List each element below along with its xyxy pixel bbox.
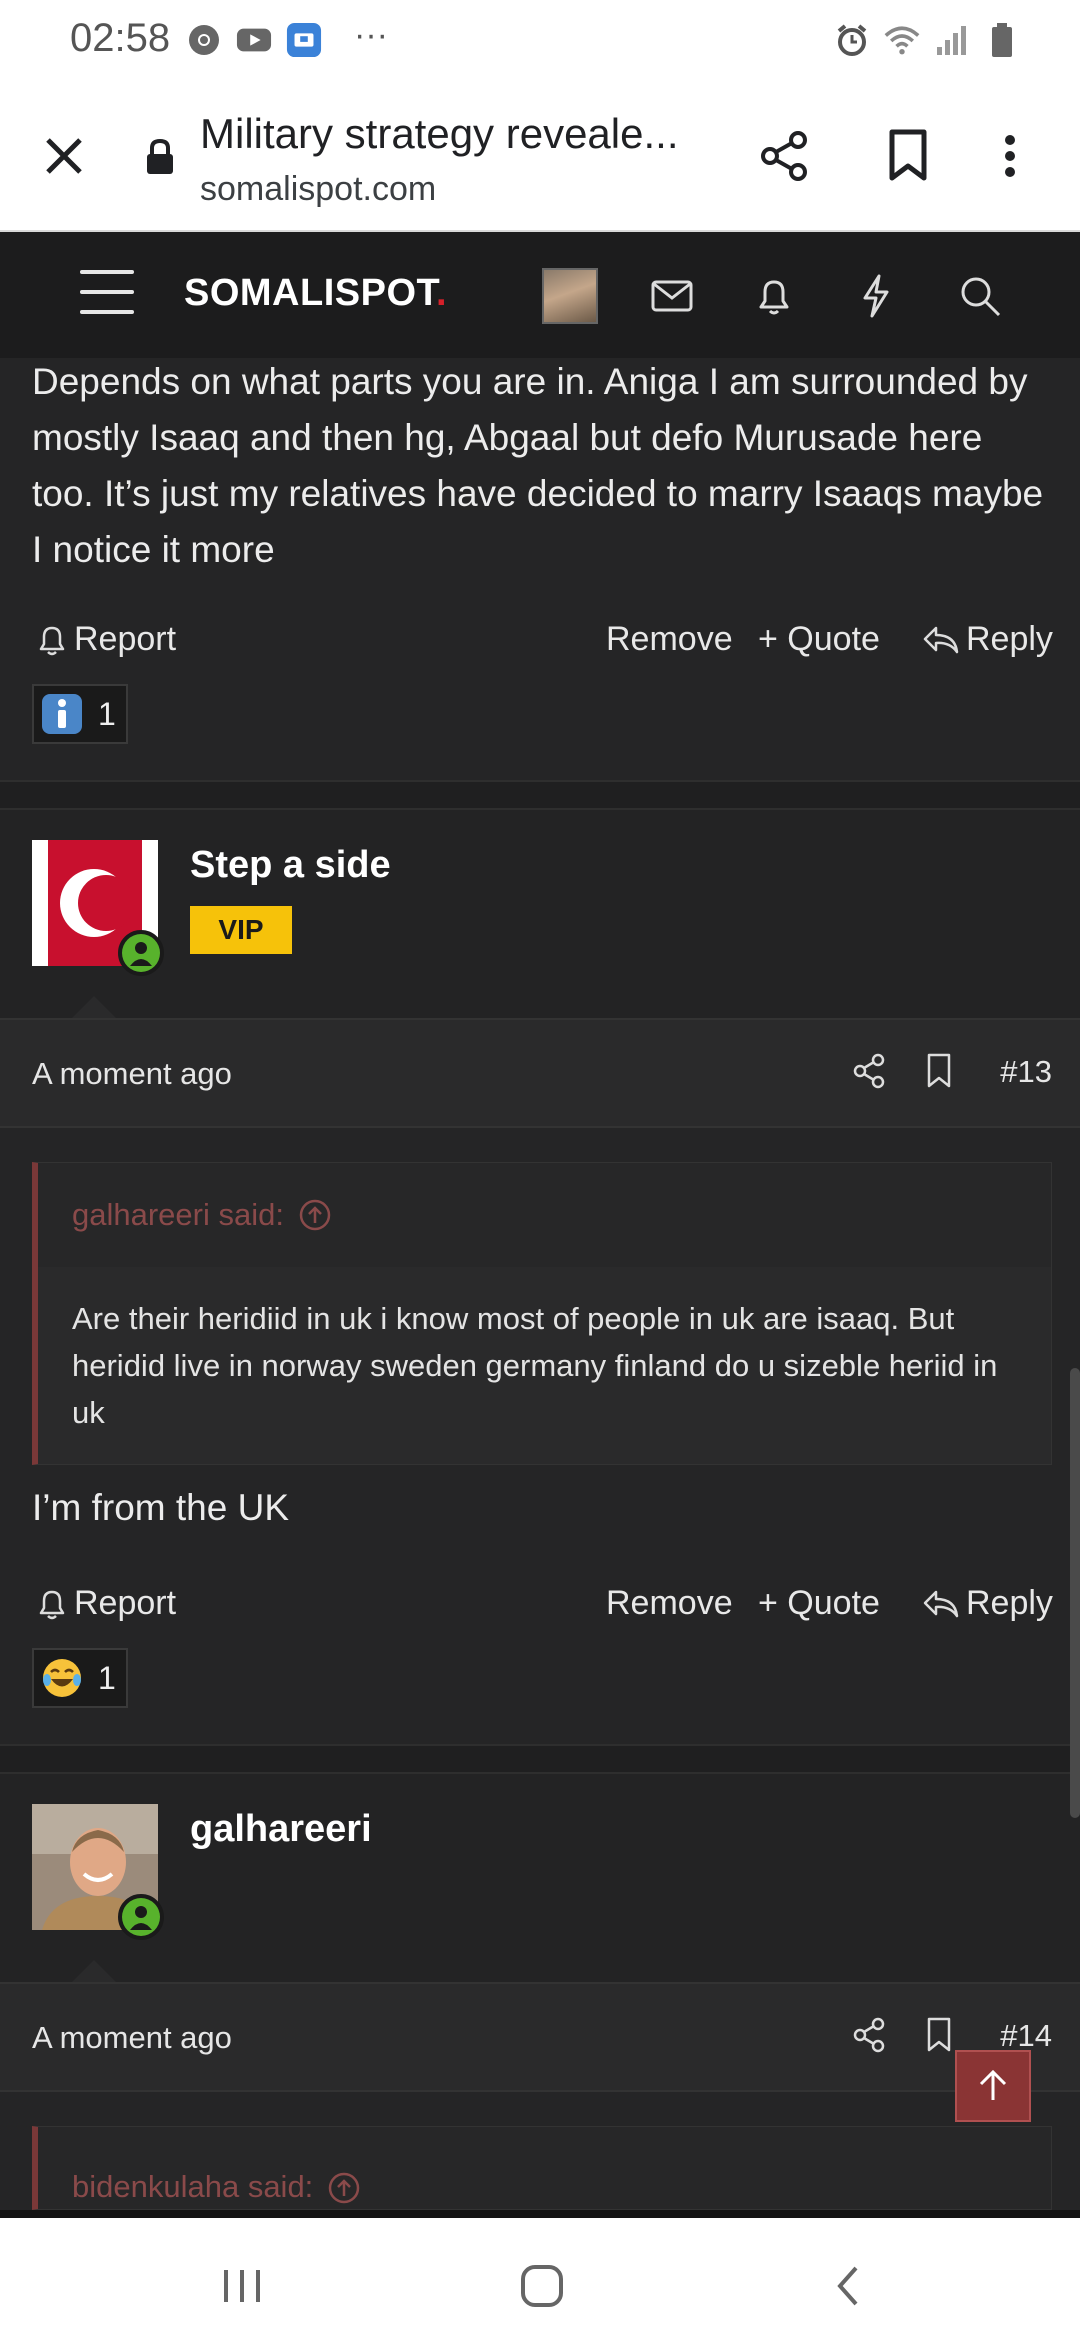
recent-apps-button[interactable] <box>212 2256 272 2316</box>
quote-label: + Quote <box>758 1584 880 1622</box>
reply-label: Reply <box>966 620 1053 658</box>
arrow-up-icon <box>979 2069 1007 2100</box>
close-tab-button[interactable] <box>36 128 92 184</box>
quote-button[interactable]: + Quote <box>758 620 880 659</box>
reaction-summary[interactable]: 1 <box>32 1648 128 1708</box>
remove-button[interactable]: Remove <box>606 620 733 659</box>
user-notch <box>72 996 116 1018</box>
share-button[interactable] <box>756 128 812 189</box>
share-post-icon[interactable] <box>852 1052 886 1095</box>
report-button[interactable]: Report <box>36 620 176 659</box>
post-number[interactable]: #14 <box>1000 2018 1052 2054</box>
alarm-icon <box>834 22 870 58</box>
report-label: Report <box>74 620 177 658</box>
menu-icon[interactable] <box>80 270 134 318</box>
scroll-to-top-button[interactable] <box>955 2050 1031 2122</box>
post-14-user: galhareeri <box>0 1774 1080 1992</box>
user-avatar[interactable] <box>32 1804 164 1940</box>
back-button[interactable] <box>818 2256 878 2316</box>
site-header: SOMALISPOT. <box>0 232 1080 358</box>
post-13-actions: Report Remove + Quote Reply <box>32 1576 1053 1632</box>
wifi-icon <box>884 22 920 58</box>
browser-toolbar: Military strategy reveale... somalispot.… <box>0 84 1080 232</box>
reaction-count: 1 <box>98 695 116 732</box>
remove-label: Remove <box>606 620 733 658</box>
account-avatar[interactable] <box>542 268 598 324</box>
reply-icon <box>923 626 959 653</box>
quote-header[interactable]: bidenkulaha said: <box>38 2127 1051 2209</box>
bookmark-post-icon[interactable] <box>924 2016 954 2059</box>
status-bar: 02:58 ··· <box>0 0 1080 84</box>
reply-icon <box>923 1590 959 1617</box>
username[interactable]: galhareeri <box>190 1808 372 1851</box>
quote-block: galhareeri said: Are their heridiid in u… <box>32 1162 1052 1465</box>
post-14-meta: A moment ago #14 <box>0 1982 1080 2092</box>
online-status-icon <box>118 930 164 976</box>
online-status-icon <box>118 1894 164 1940</box>
post-12-actions: Report Remove + Quote Reply <box>32 612 1053 668</box>
post-number[interactable]: #13 <box>1000 1054 1052 1090</box>
vip-badge: VIP <box>190 906 292 954</box>
bookmark-post-icon[interactable] <box>924 1052 954 1095</box>
post-time[interactable]: A moment ago <box>32 2020 232 2056</box>
reaction-count: 1 <box>98 1659 116 1696</box>
reply-label: Reply <box>966 1584 1053 1622</box>
lightning-icon[interactable] <box>852 272 900 320</box>
home-button[interactable] <box>512 2256 572 2316</box>
more-menu-button[interactable] <box>1000 128 1020 189</box>
remove-button[interactable]: Remove <box>606 1584 733 1623</box>
report-button[interactable]: Report <box>36 1584 176 1623</box>
search-icon[interactable] <box>956 272 1004 320</box>
bell-icon[interactable] <box>750 272 798 320</box>
post-separator <box>0 1744 1080 1774</box>
quote-header[interactable]: galhareeri said: <box>38 1163 1051 1267</box>
system-nav-bar <box>0 2210 1080 2340</box>
post-time[interactable]: A moment ago <box>32 1056 232 1092</box>
post-13-meta: A moment ago #13 <box>0 1018 1080 1128</box>
status-time: 02:58 <box>70 16 171 60</box>
arrow-up-circle-icon[interactable] <box>298 1198 332 1232</box>
chrome-icon <box>186 22 222 58</box>
post-13-user: Step a side VIP <box>0 810 1080 1028</box>
arrow-up-circle-icon[interactable] <box>327 2171 361 2205</box>
post-12-text: Depends on what parts you are in. Aniga … <box>32 361 1044 570</box>
username[interactable]: Step a side <box>190 844 391 887</box>
page-url[interactable]: somalispot.com <box>200 170 436 209</box>
signal-icon <box>934 22 970 58</box>
reply-button[interactable]: Reply <box>922 620 1053 659</box>
quote-author[interactable]: bidenkulaha said: <box>72 2169 313 2205</box>
site-logo[interactable]: SOMALISPOT. <box>184 272 447 315</box>
remove-label: Remove <box>606 1584 733 1622</box>
status-more: ··· <box>354 15 388 54</box>
mail-icon[interactable] <box>648 272 696 320</box>
quote-author[interactable]: galhareeri said: <box>72 1197 284 1233</box>
battery-icon <box>984 22 1020 58</box>
bell-icon <box>39 1590 65 1619</box>
share-post-icon[interactable] <box>852 2016 886 2059</box>
page-title[interactable]: Military strategy reveale... <box>200 110 700 158</box>
reaction-summary[interactable]: 1 <box>32 684 128 744</box>
info-reaction-icon <box>42 694 82 734</box>
app-notification-icon <box>286 22 322 58</box>
quote-text: Are their heridiid in uk i know most of … <box>72 1301 998 1430</box>
post-separator <box>0 780 1080 810</box>
quote-label: + Quote <box>758 620 880 658</box>
bell-icon <box>39 626 65 655</box>
report-label: Report <box>74 1584 177 1622</box>
quote-button[interactable]: + Quote <box>758 1584 880 1623</box>
quote-block: bidenkulaha said: <box>32 2126 1052 2210</box>
page-scrollbar[interactable] <box>1070 1368 1080 1818</box>
bookmark-button[interactable] <box>884 128 932 189</box>
reply-button[interactable]: Reply <box>922 1584 1053 1623</box>
post-13-text: I’m from the UK <box>32 1487 289 1528</box>
user-avatar[interactable] <box>32 840 164 976</box>
lock-icon <box>144 138 176 181</box>
laughing-emoji-icon <box>43 1659 81 1697</box>
youtube-icon <box>236 22 272 58</box>
user-notch <box>72 1960 116 1982</box>
